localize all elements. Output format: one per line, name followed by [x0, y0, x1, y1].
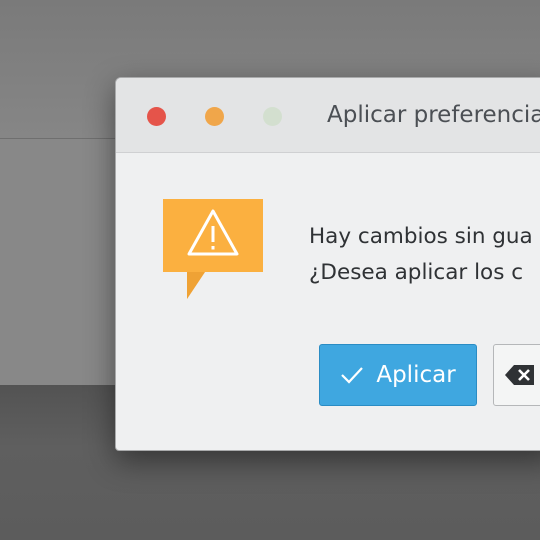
close-window-button[interactable]	[147, 107, 166, 126]
warning-icon	[163, 199, 265, 301]
message-line-2: ¿Desea aplicar los c	[309, 260, 524, 285]
minimize-window-button[interactable]	[205, 107, 224, 126]
dialog-titlebar[interactable]: Aplicar preferencia	[116, 78, 540, 153]
dialog-title: Aplicar preferencia	[327, 102, 540, 128]
dialog-message: Hay cambios sin gua ¿Desea aplicar los c	[309, 219, 533, 291]
discard-button[interactable]	[493, 344, 540, 406]
backspace-clear-icon	[505, 365, 534, 385]
apply-button[interactable]: Aplicar	[319, 344, 477, 406]
checkmark-icon	[341, 367, 364, 384]
maximize-window-button[interactable]	[263, 107, 282, 126]
apply-preferences-dialog: Aplicar preferencia Hay cambios sin gua …	[115, 77, 540, 451]
message-line-1: Hay cambios sin gua	[309, 224, 533, 249]
apply-button-label: Aplicar	[376, 362, 456, 388]
